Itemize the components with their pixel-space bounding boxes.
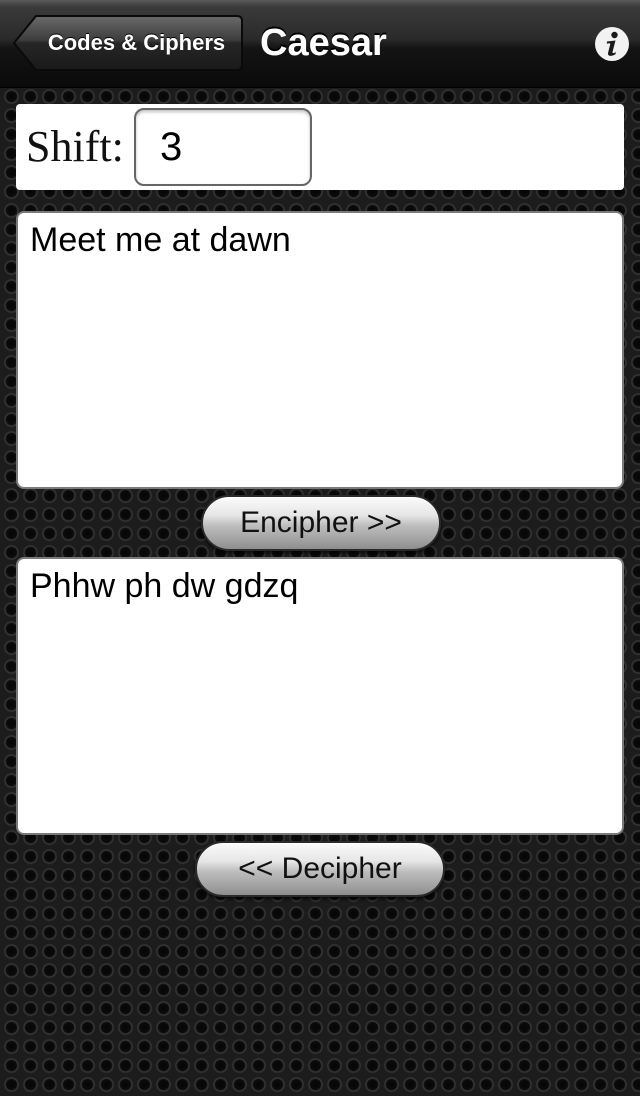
decipher-button[interactable]: << Decipher — [195, 841, 445, 897]
shift-label: Shift: — [26, 122, 124, 171]
navigation-bar: Codes & Ciphers Caesar — [0, 0, 640, 88]
encipher-button[interactable]: Encipher >> — [201, 495, 441, 551]
page-title: Caesar — [260, 22, 387, 64]
info-icon[interactable] — [594, 26, 630, 62]
ciphertext-input[interactable]: Phhw ph dw gdzq — [16, 557, 624, 835]
back-button-label: Codes & Ciphers — [47, 30, 226, 55]
back-button[interactable]: Codes & Ciphers — [12, 14, 244, 72]
shift-input[interactable] — [134, 108, 312, 186]
shift-panel: Shift: — [16, 104, 624, 190]
plaintext-input[interactable]: Meet me at dawn — [16, 211, 624, 489]
